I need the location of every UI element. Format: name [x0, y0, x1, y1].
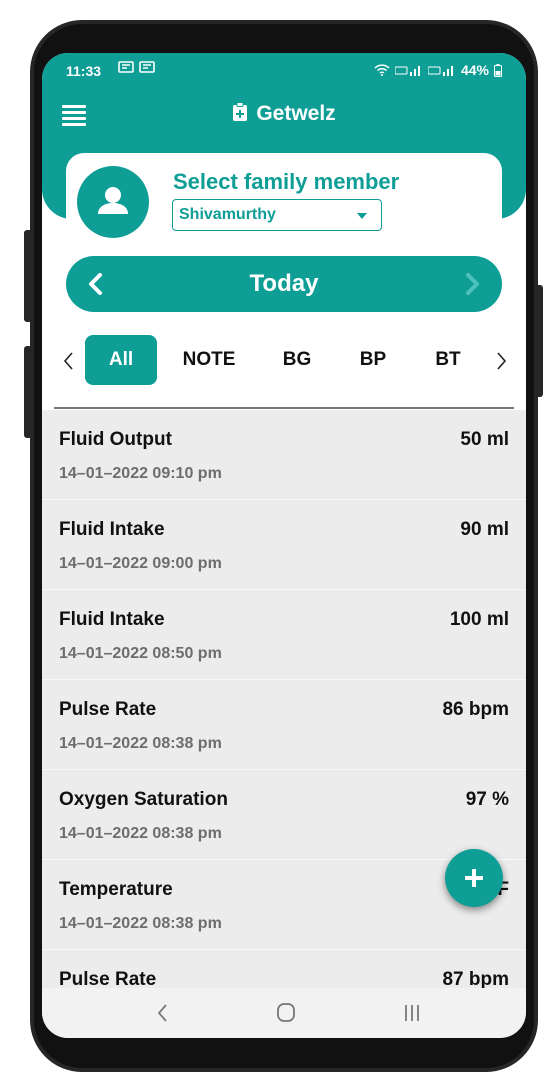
entries-list: Fluid Output 50 ml 14–01–2022 09:10 pm F… [42, 410, 526, 988]
filter-divider [54, 407, 514, 409]
entry-value: 97 % [465, 789, 509, 810]
status-bar: 11:33 44% [42, 53, 526, 89]
filter-scroll-right-button[interactable] [492, 349, 510, 373]
entry-name: Temperature [59, 879, 173, 900]
screen: 11:33 44% Getwelz Select family member S [42, 53, 526, 1038]
filter-scroll-left-button[interactable] [60, 349, 78, 373]
entry-value: 100 ml [449, 609, 509, 630]
member-selected: Shivamurthy [179, 206, 276, 223]
status-time: 11:33 [66, 63, 102, 79]
next-date-button[interactable] [454, 266, 490, 302]
member-card: Select family member Shivamurthy [66, 153, 502, 243]
entry-time: 14–01–2022 08:38 pm [59, 825, 222, 842]
entry-name: Pulse Rate [59, 699, 157, 720]
nav-home-icon [277, 1003, 295, 1022]
notification-icons [118, 61, 156, 76]
phone-side-button-right [535, 285, 543, 397]
entry-name: Pulse Rate [59, 969, 157, 988]
chevron-right-icon [497, 352, 507, 370]
entry-time: 14–01–2022 08:38 pm [59, 915, 222, 932]
filter-chip-note[interactable]: NOTE [174, 335, 244, 385]
filter-chip-bt[interactable]: BT [425, 335, 471, 385]
entry-name: Fluid Intake [59, 609, 165, 630]
battery-percent: 44% [460, 62, 489, 78]
dropdown-arrow-icon [357, 213, 367, 219]
entry-time: 14–01–2022 09:10 pm [59, 465, 222, 482]
chevron-right-icon [466, 273, 479, 295]
nav-back-icon [157, 1004, 167, 1022]
filter-chip-all[interactable]: All [85, 335, 157, 385]
list-item[interactable]: Fluid Intake 90 ml 14–01–2022 09:00 pm [42, 500, 526, 591]
entry-value: 87 bpm [442, 969, 509, 988]
signal-icon [427, 66, 453, 76]
list-item[interactable]: Oxygen Saturation 97 % 14–01–2022 08:38 … [42, 770, 526, 861]
member-title: Select family member [173, 169, 400, 194]
phone-side-button-left-lower [24, 346, 32, 438]
avatar-icon [98, 187, 128, 214]
system-nav-bar [42, 988, 526, 1038]
nav-home-button[interactable] [271, 1001, 301, 1025]
member-dropdown[interactable]: Shivamurthy [172, 199, 382, 231]
entry-name: Fluid Intake [59, 519, 165, 540]
nav-back-button[interactable] [148, 1001, 178, 1025]
entry-value: 86 bpm [442, 699, 509, 720]
status-right: 44% [374, 62, 502, 78]
app-title-wrap: Getwelz [42, 102, 526, 128]
battery-icon [494, 63, 502, 77]
list-item[interactable]: Fluid Intake 100 ml 14–01–2022 08:50 pm [42, 590, 526, 681]
app-title: Getwelz [256, 102, 336, 125]
signal-icon [394, 66, 420, 76]
list-item[interactable]: Pulse Rate 86 bpm 14–01–2022 08:38 pm [42, 680, 526, 771]
entry-time: 14–01–2022 09:00 pm [59, 555, 222, 572]
wifi-icon [374, 64, 390, 76]
nav-recent-icon [405, 1005, 419, 1021]
date-bar: Today [66, 256, 502, 312]
nav-recent-button[interactable] [397, 1001, 427, 1025]
entry-name: Oxygen Saturation [59, 789, 228, 810]
filter-chip-bp[interactable]: BP [350, 335, 396, 385]
notification-icon [118, 61, 134, 73]
date-label: Today [249, 270, 319, 297]
filter-chip-bg[interactable]: BG [274, 335, 320, 385]
notification-icon [139, 61, 156, 73]
phone-side-button-left-upper [24, 230, 32, 322]
clipboard-icon [232, 102, 248, 128]
entry-value: 50 ml [460, 429, 509, 450]
entry-name: Fluid Output [59, 429, 172, 450]
entry-time: 14–01–2022 08:38 pm [59, 735, 222, 752]
entry-time: 14–01–2022 08:50 pm [59, 645, 222, 662]
chevron-left-icon [63, 352, 73, 370]
add-entry-button[interactable] [445, 849, 503, 907]
list-item[interactable]: Fluid Output 50 ml 14–01–2022 09:10 pm [42, 410, 526, 501]
entry-value: 90 ml [460, 519, 509, 540]
app-bar: Getwelz [42, 89, 526, 149]
filter-bar: All NOTE BG BP BT [42, 331, 526, 391]
list-item[interactable]: Pulse Rate 87 bpm [42, 950, 526, 988]
avatar[interactable] [77, 166, 149, 238]
